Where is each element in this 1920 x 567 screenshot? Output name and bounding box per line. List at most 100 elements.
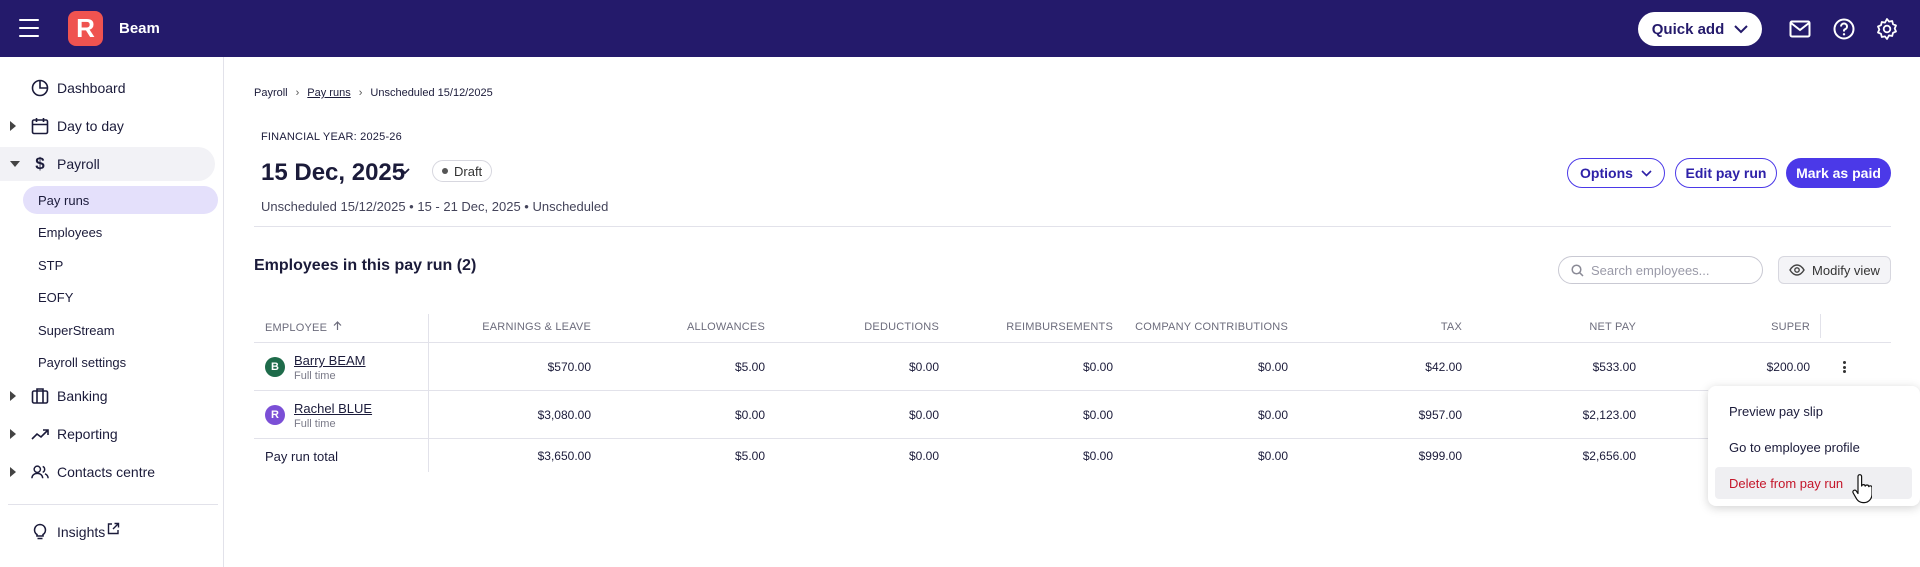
status-dot (442, 168, 448, 174)
expand-icon (10, 467, 16, 477)
tax-cell: $42.00 (1425, 360, 1462, 374)
sidebar-item-dashboard[interactable]: Dashboard (0, 71, 224, 105)
org-logo[interactable]: R (68, 11, 103, 46)
financial-year: FINANCIAL YEAR: 2025-26 (261, 131, 402, 143)
sidebar-item-reporting[interactable]: Reporting (0, 417, 224, 451)
row-actions-kebab-icon[interactable] (1839, 358, 1849, 376)
employee-name-link[interactable]: Barry BEAM (294, 353, 366, 368)
column-header-allowances[interactable]: ALLOWANCES (687, 321, 765, 333)
sidebar-sub-employees[interactable]: Employees (23, 218, 218, 246)
calendar-icon (31, 117, 49, 135)
column-header-super[interactable]: SUPER (1771, 321, 1810, 333)
search-input[interactable] (1591, 262, 1751, 278)
column-header-company-contributions[interactable]: COMPANY CONTRIBUTIONS (1135, 321, 1288, 333)
modify-view-button[interactable]: Modify view (1778, 256, 1891, 284)
column-divider (1820, 314, 1821, 338)
table-divider (254, 342, 1891, 343)
employee-type: Full time (294, 370, 336, 382)
reimbursements-cell: $0.00 (1082, 408, 1113, 422)
table-divider (254, 390, 1708, 391)
lightbulb-icon (31, 523, 49, 541)
sidebar-item-label: Contacts centre (57, 464, 156, 480)
super-cell: $200.00 (1766, 360, 1810, 374)
page-title[interactable]: 15 Dec, 2025 (261, 159, 405, 187)
sidebar-divider (8, 504, 218, 505)
company-contributions-cell: $0.00 (1257, 408, 1288, 422)
total-deductions: $0.00 (908, 449, 939, 463)
expand-icon (10, 429, 16, 439)
search-icon (1571, 263, 1584, 277)
allowances-cell: $0.00 (734, 408, 765, 422)
quick-add-button[interactable]: Quick add (1638, 12, 1762, 46)
earnings-cell: $570.00 (547, 360, 591, 374)
sidebar-item-day-to-day[interactable]: Day to day (0, 109, 224, 143)
menu-item-preview-pay-slip[interactable]: Preview pay slip (1715, 395, 1912, 427)
sidebar-item-label: Dashboard (57, 80, 126, 96)
help-icon[interactable] (1832, 17, 1856, 41)
total-reimbursements: $0.00 (1082, 449, 1113, 463)
chevron-right-icon: › (358, 87, 363, 99)
edit-pay-run-button[interactable]: Edit pay run (1675, 158, 1777, 188)
sidebar-item-label: Insights (57, 524, 106, 540)
contacts-icon (31, 463, 49, 481)
avatar: R (265, 405, 285, 425)
breadcrumb-pay-runs[interactable]: Pay runs (307, 87, 350, 99)
column-header-tax[interactable]: TAX (1441, 321, 1462, 333)
options-button[interactable]: Options (1567, 158, 1665, 188)
column-divider (428, 314, 429, 472)
table-divider (254, 438, 1708, 439)
collapse-icon (10, 161, 20, 167)
chevron-down-icon (1734, 24, 1748, 33)
modify-view-label: Modify view (1812, 262, 1880, 278)
expand-icon (10, 121, 16, 131)
sidebar-sub-superstream[interactable]: SuperStream (23, 316, 218, 344)
deductions-cell: $0.00 (908, 408, 939, 422)
menu-item-go-to-employee-profile[interactable]: Go to employee profile (1715, 431, 1912, 463)
sidebar-item-label: Banking (57, 388, 108, 404)
sidebar-item-insights[interactable]: Insights (0, 515, 224, 549)
sidebar-item-contacts-centre[interactable]: Contacts centre (0, 455, 224, 489)
eye-icon (1789, 264, 1805, 276)
menu-item-delete-from-pay-run[interactable]: Delete from pay run (1715, 467, 1912, 499)
total-allowances: $5.00 (734, 449, 765, 463)
settings-icon[interactable] (1875, 17, 1899, 41)
header-divider (254, 226, 1891, 227)
employee-type: Full time (294, 418, 336, 430)
column-header-net-pay[interactable]: NET PAY (1589, 321, 1636, 333)
allowances-cell: $5.00 (734, 360, 765, 374)
expand-icon (10, 391, 16, 401)
mail-icon[interactable] (1788, 17, 1812, 41)
sidebar-item-label: Payroll (57, 156, 100, 172)
search-field[interactable] (1558, 256, 1763, 284)
column-header-deductions[interactable]: DEDUCTIONS (864, 321, 939, 333)
sidebar-sub-stp[interactable]: STP (23, 251, 218, 279)
hand-cursor-icon (1852, 474, 1872, 504)
employee-name-link[interactable]: Rachel BLUE (294, 401, 372, 416)
column-header-employee[interactable]: EMPLOYEE (265, 321, 342, 334)
sidebar-sub-eofy[interactable]: EOFY (23, 283, 218, 311)
status-label: Draft (454, 163, 483, 179)
mark-as-paid-button[interactable]: Mark as paid (1786, 158, 1891, 188)
quick-add-label: Quick add (1651, 20, 1725, 38)
sidebar-item-payroll[interactable]: $ Payroll (0, 147, 215, 181)
avatar: B (265, 357, 285, 377)
trend-icon (31, 425, 49, 443)
sidebar-item-banking[interactable]: Banking (0, 379, 224, 413)
sidebar-sub-pay-runs[interactable]: Pay runs (23, 186, 218, 214)
column-header-reimbursements[interactable]: REIMBURSEMENTS (1006, 321, 1113, 333)
sidebar-sub-payroll-settings[interactable]: Payroll settings (23, 348, 218, 376)
breadcrumb-current: Unscheduled 15/12/2025 (370, 87, 493, 99)
column-header-label: EMPLOYEE (265, 322, 328, 334)
breadcrumb-payroll[interactable]: Payroll (254, 87, 288, 99)
net-pay-cell: $2,123.00 (1582, 408, 1636, 422)
sidebar-item-label: Day to day (57, 118, 124, 134)
top-bar: R Beam Quick add (0, 0, 1920, 57)
dashboard-icon (31, 79, 49, 97)
menu-icon[interactable] (19, 19, 39, 37)
reimbursements-cell: $0.00 (1082, 360, 1113, 374)
org-name[interactable]: Beam (119, 20, 160, 37)
chevron-down-icon[interactable] (398, 164, 412, 178)
chevron-down-icon (1641, 169, 1652, 177)
column-header-earnings[interactable]: EARNINGS & LEAVE (482, 321, 591, 333)
earnings-cell: $3,080.00 (537, 408, 591, 422)
